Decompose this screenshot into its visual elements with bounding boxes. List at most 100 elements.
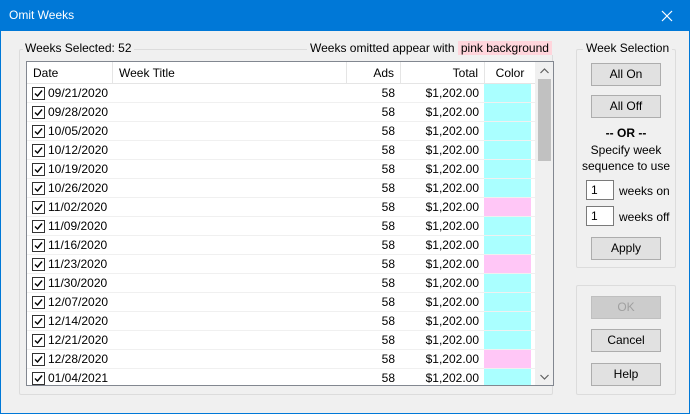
row-checkbox[interactable] (32, 277, 45, 290)
row-color-swatch (484, 179, 531, 197)
row-color-swatch (484, 274, 531, 292)
table-row[interactable]: 10/05/2020 58 $1,202.00 (27, 122, 535, 141)
table-row[interactable]: 10/19/2020 58 $1,202.00 (27, 160, 535, 179)
vertical-scrollbar[interactable] (535, 62, 553, 385)
row-color-swatch (484, 122, 531, 140)
checkmark-icon (34, 261, 43, 269)
ok-button[interactable]: OK (591, 296, 661, 319)
checkmark-icon (34, 128, 43, 136)
table-row[interactable]: 10/26/2020 58 $1,202.00 (27, 179, 535, 198)
column-header-color[interactable]: Color (485, 62, 535, 84)
window-title: Omit Weeks (9, 8, 75, 22)
row-checkbox[interactable] (32, 372, 45, 385)
table-row[interactable]: 09/28/2020 58 $1,202.00 (27, 103, 535, 122)
row-color-swatch (484, 350, 531, 368)
row-checkbox[interactable] (32, 125, 45, 138)
row-checkbox[interactable] (32, 239, 45, 252)
scroll-up-button[interactable] (536, 62, 553, 79)
row-total: $1,202.00 (425, 295, 479, 309)
row-color-swatch (484, 369, 531, 385)
row-checkbox[interactable] (32, 182, 45, 195)
row-date: 01/04/2021 (48, 371, 109, 385)
row-checkbox[interactable] (32, 106, 45, 119)
apply-button[interactable]: Apply (591, 237, 661, 260)
row-checkbox[interactable] (32, 87, 45, 100)
row-date: 09/28/2020 (48, 105, 109, 119)
row-ads: 58 (381, 200, 395, 214)
pink-background-sample: pink background (457, 41, 552, 55)
row-total: $1,202.00 (425, 371, 479, 385)
table-row[interactable]: 11/30/2020 58 $1,202.00 (27, 274, 535, 293)
scroll-thumb[interactable] (538, 79, 551, 161)
row-date: 10/05/2020 (48, 124, 109, 138)
row-color-swatch (484, 217, 531, 235)
row-date: 10/19/2020 (48, 162, 109, 176)
row-ads: 58 (381, 371, 395, 385)
row-color-swatch (484, 293, 531, 311)
weeks-off-input[interactable] (586, 206, 614, 226)
row-color-swatch (484, 141, 531, 159)
checkmark-icon (34, 280, 43, 288)
specify-sequence-text: Specify week sequence to use (581, 143, 671, 173)
row-checkbox[interactable] (32, 334, 45, 347)
row-checkbox[interactable] (32, 353, 45, 366)
checkmark-icon (34, 223, 43, 231)
weeks-list[interactable]: Date Week Title Ads Total Color 09/21/20… (26, 61, 554, 386)
row-total: $1,202.00 (425, 219, 479, 233)
list-rows: 09/21/2020 58 $1,202.00 09/28/2020 58 $1,202.… (27, 84, 535, 385)
row-ads: 58 (381, 219, 395, 233)
checkmark-icon (34, 204, 43, 212)
row-total: $1,202.00 (425, 333, 479, 347)
row-date: 09/21/2020 (48, 86, 109, 100)
table-row[interactable]: 10/12/2020 58 $1,202.00 (27, 141, 535, 160)
row-ads: 58 (381, 276, 395, 290)
all-off-button[interactable]: All Off (591, 95, 661, 118)
row-checkbox[interactable] (32, 296, 45, 309)
row-total: $1,202.00 (425, 143, 479, 157)
table-row[interactable]: 09/21/2020 58 $1,202.00 (27, 84, 535, 103)
row-color-swatch (484, 236, 531, 254)
row-ads: 58 (381, 314, 395, 328)
close-button[interactable] (644, 0, 690, 31)
row-total: $1,202.00 (425, 86, 479, 100)
checkmark-icon (34, 185, 43, 193)
scroll-down-button[interactable] (536, 368, 553, 385)
help-button[interactable]: Help (591, 363, 661, 386)
column-header-date[interactable]: Date (27, 62, 113, 84)
row-date: 10/26/2020 (48, 181, 109, 195)
table-row[interactable]: 11/09/2020 58 $1,202.00 (27, 217, 535, 236)
table-row[interactable]: 12/07/2020 58 $1,202.00 (27, 293, 535, 312)
table-row[interactable]: 12/28/2020 58 $1,202.00 (27, 350, 535, 369)
table-row[interactable]: 01/04/2021 58 $1,202.00 (27, 369, 535, 385)
list-header: Date Week Title Ads Total Color (27, 62, 535, 84)
row-checkbox[interactable] (32, 144, 45, 157)
table-row[interactable]: 11/16/2020 58 $1,202.00 (27, 236, 535, 255)
row-total: $1,202.00 (425, 162, 479, 176)
table-row[interactable]: 12/21/2020 58 $1,202.00 (27, 331, 535, 350)
weeks-on-input[interactable] (586, 180, 614, 200)
cancel-button[interactable]: Cancel (591, 329, 661, 352)
row-ads: 58 (381, 352, 395, 366)
row-date: 12/21/2020 (48, 333, 109, 347)
column-header-week-title[interactable]: Week Title (113, 62, 347, 84)
row-checkbox[interactable] (32, 201, 45, 214)
checkmark-icon (34, 375, 43, 383)
row-date: 11/16/2020 (48, 238, 108, 252)
row-checkbox[interactable] (32, 220, 45, 233)
row-total: $1,202.00 (425, 124, 479, 138)
row-color-swatch (484, 84, 531, 102)
row-ads: 58 (381, 143, 395, 157)
column-header-ads[interactable]: Ads (347, 62, 401, 84)
column-header-total[interactable]: Total (401, 62, 485, 84)
checkmark-icon (34, 166, 43, 174)
table-row[interactable]: 11/23/2020 58 $1,202.00 (27, 255, 535, 274)
all-on-button[interactable]: All On (591, 63, 661, 86)
checkmark-icon (34, 147, 43, 155)
row-checkbox[interactable] (32, 163, 45, 176)
table-row[interactable]: 12/14/2020 58 $1,202.00 (27, 312, 535, 331)
weeks-on-label: weeks on (619, 184, 670, 198)
row-checkbox[interactable] (32, 315, 45, 328)
table-row[interactable]: 11/02/2020 58 $1,202.00 (27, 198, 535, 217)
row-total: $1,202.00 (425, 105, 479, 119)
row-checkbox[interactable] (32, 258, 45, 271)
